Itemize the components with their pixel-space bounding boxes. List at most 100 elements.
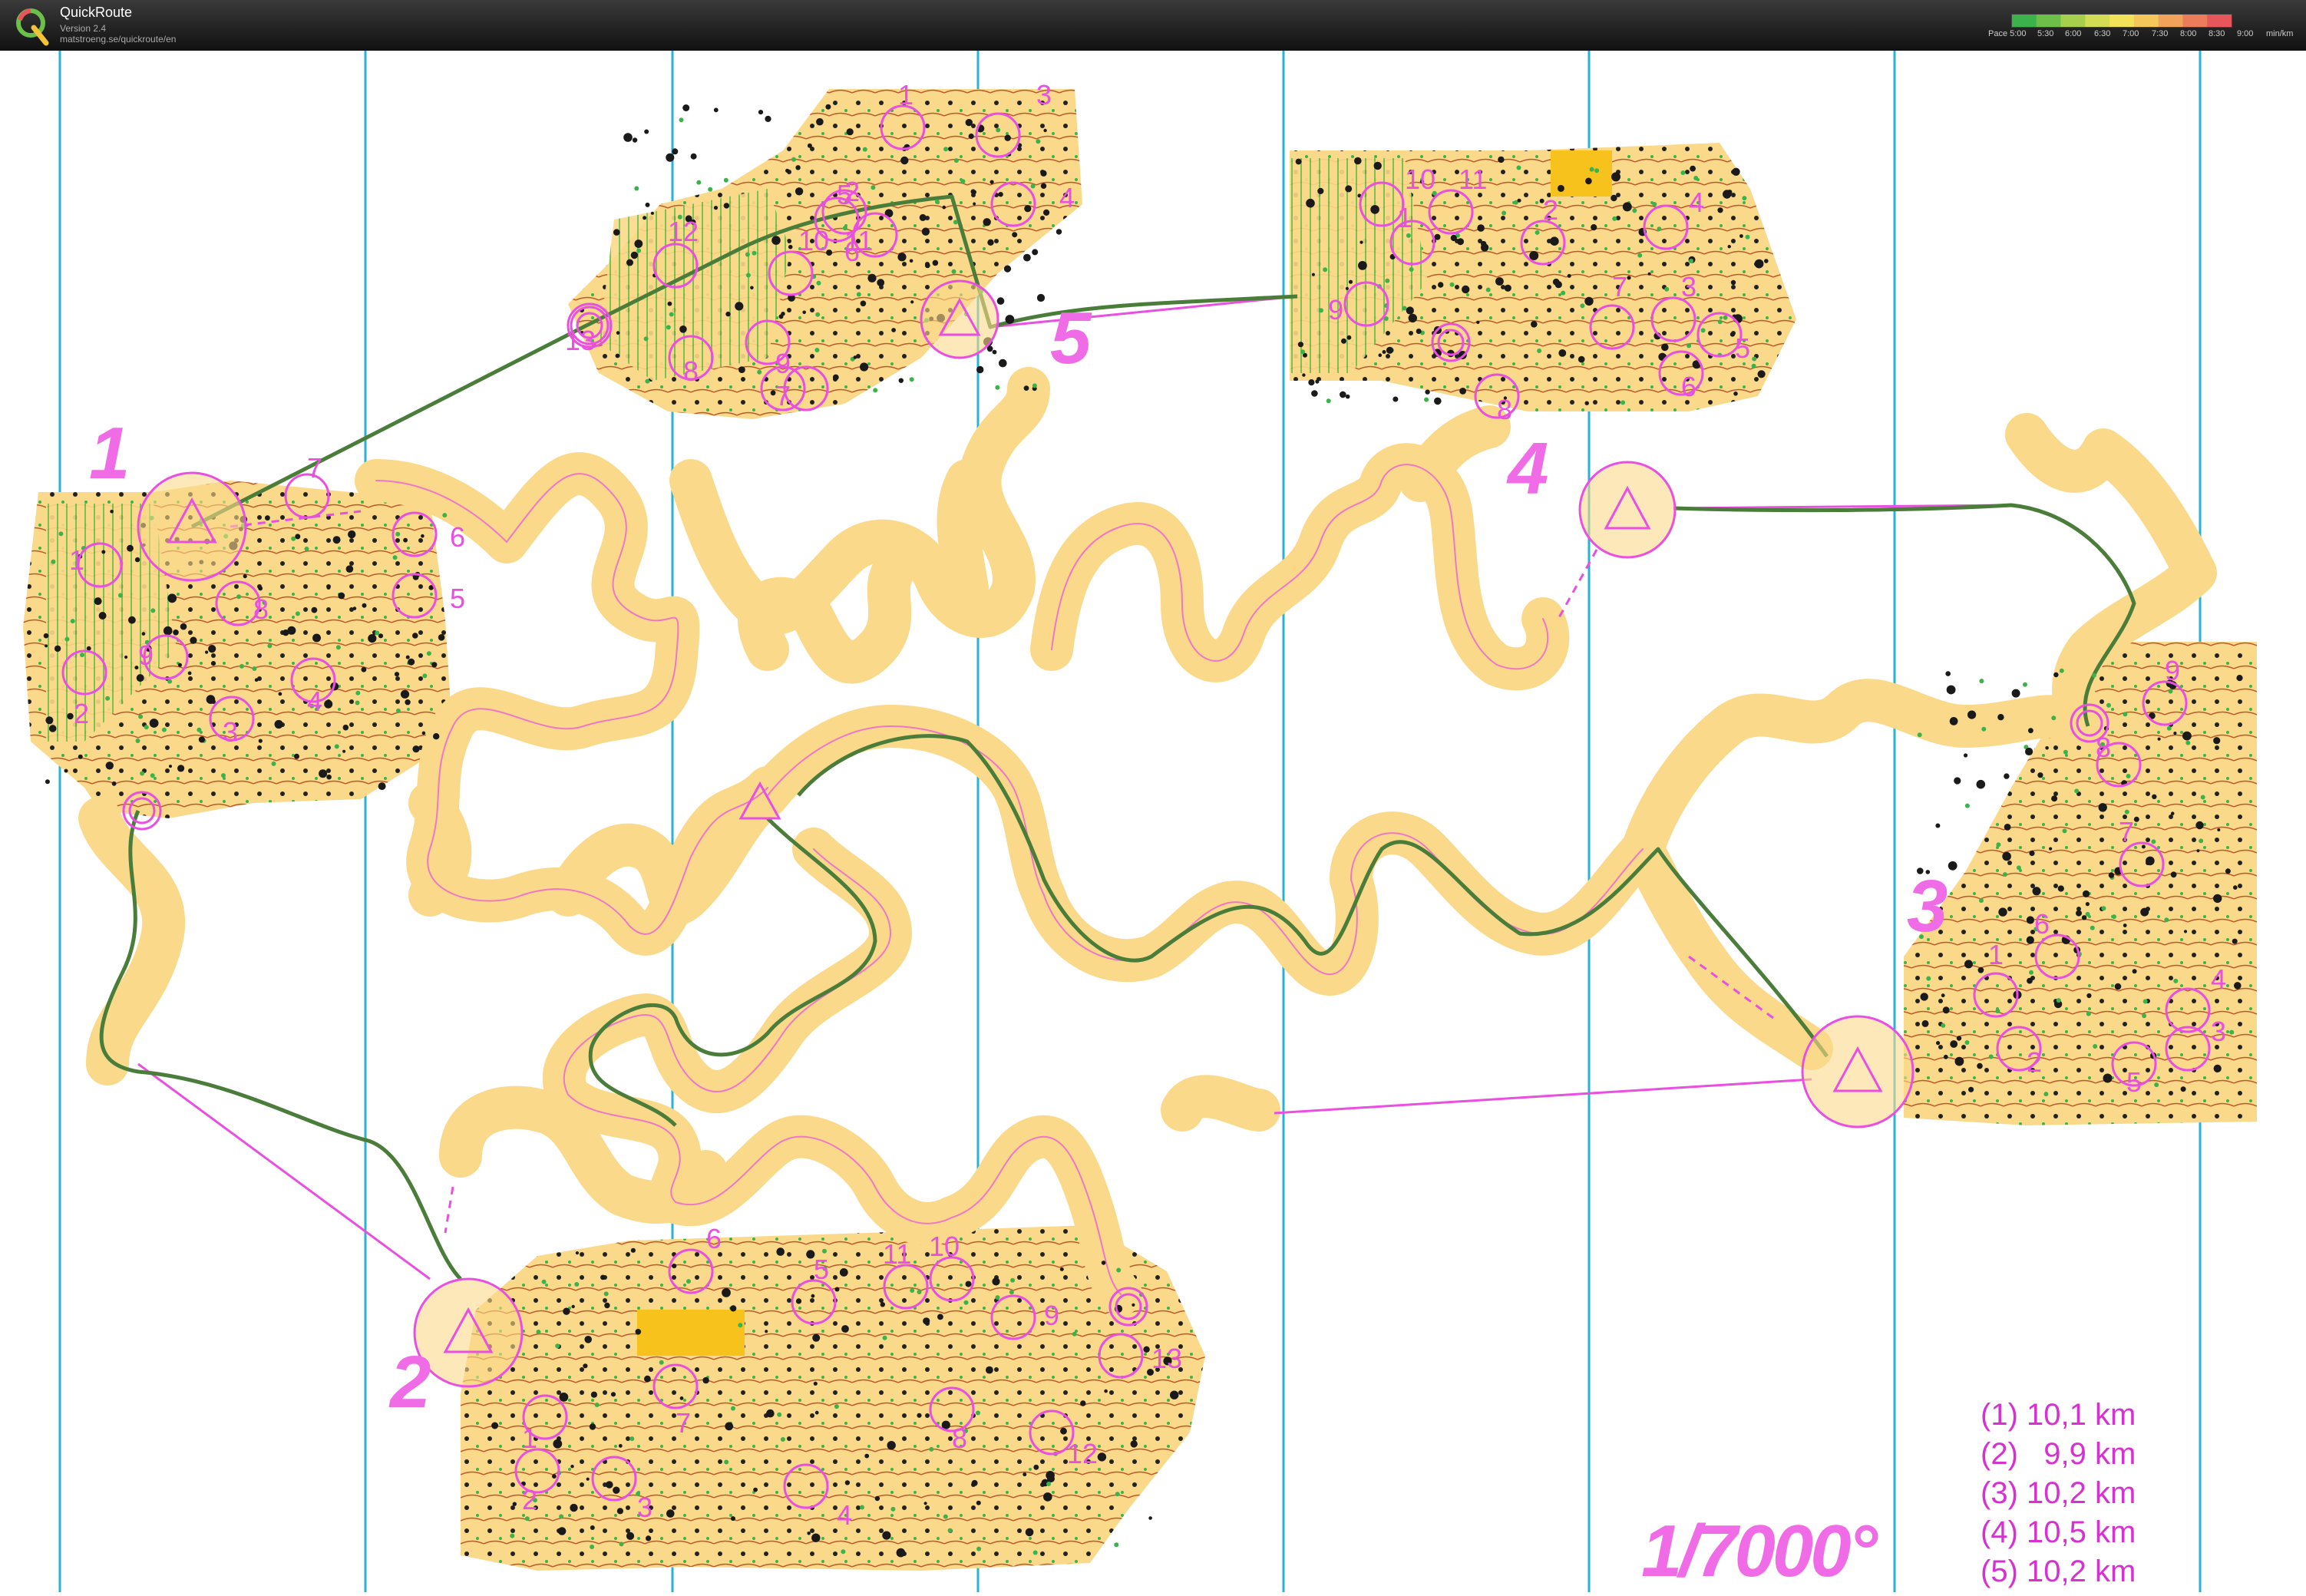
boulder-dot bbox=[2057, 885, 2064, 892]
vegetation-dot bbox=[1594, 168, 1600, 173]
vegetation-dot bbox=[752, 250, 757, 256]
boulder-dot bbox=[1477, 224, 1485, 232]
boulder-dot bbox=[412, 745, 420, 753]
boulder-dot bbox=[571, 1304, 575, 1309]
course-distance-list: (1) 10,1 km (2) 9,9 km (3) 10,2 km (4) 1… bbox=[1981, 1396, 2136, 1591]
boulder-dot bbox=[1023, 253, 1031, 262]
boulder-dot bbox=[839, 1268, 848, 1277]
boulder-dot bbox=[1359, 240, 1363, 244]
boulder-dot bbox=[512, 1502, 517, 1506]
vegetation-dot bbox=[2142, 1013, 2147, 1019]
vegetation-dot bbox=[1657, 226, 1662, 232]
vegetation-dot bbox=[841, 1549, 846, 1555]
boulder-dot bbox=[1406, 306, 1414, 315]
vegetation-dot bbox=[2124, 809, 2129, 815]
vegetation-dot bbox=[1010, 1277, 1016, 1283]
pace-label-5-00: Pace 5:00 bbox=[1988, 29, 2027, 38]
boulder-dot bbox=[860, 300, 867, 307]
boulder-dot bbox=[730, 1305, 737, 1312]
boulder-dot bbox=[771, 236, 781, 245]
vegetation-dot bbox=[2173, 978, 2179, 983]
boulder-dot bbox=[421, 534, 425, 538]
vegetation-dot bbox=[2106, 702, 2111, 708]
pace-scale: Pace 5:00 5:30 6:00 6:30 7:00 7:30 8:00 … bbox=[1988, 14, 2303, 45]
vegetation-dot bbox=[1115, 1492, 1120, 1497]
vegetation-dot bbox=[1620, 400, 1626, 405]
boulder-dot bbox=[887, 1441, 896, 1450]
boulder-dot bbox=[345, 565, 354, 573]
boulder-dot bbox=[1346, 335, 1352, 340]
control-number: 1 bbox=[898, 79, 913, 111]
boulder-dot bbox=[615, 353, 620, 359]
vegetation-dot bbox=[1036, 139, 1041, 144]
vegetation-dot bbox=[2059, 668, 2064, 673]
control-number: 13 bbox=[1151, 1343, 1182, 1374]
vegetation-dot bbox=[995, 385, 1000, 390]
vegetation-dot bbox=[2168, 689, 2173, 694]
boulder-dot bbox=[1345, 185, 1353, 193]
boulder-dot bbox=[2232, 938, 2238, 944]
distance-course-4: (4) 10,5 km bbox=[1981, 1515, 2136, 1549]
vegetation-dot bbox=[1981, 726, 1987, 732]
boulder-dot bbox=[853, 355, 857, 359]
control-number: 10 bbox=[929, 1231, 960, 1262]
course-label-4: 4 bbox=[1508, 428, 1549, 510]
boulder-dot bbox=[287, 626, 296, 635]
boulder-dot bbox=[2026, 916, 2034, 924]
vegetation-dot bbox=[816, 280, 821, 286]
control-number: 7 bbox=[676, 1407, 691, 1439]
boulder-dot bbox=[1480, 243, 1489, 252]
boulder-dot bbox=[553, 1439, 563, 1449]
boulder-dot bbox=[1036, 293, 1046, 302]
boulder-dot bbox=[491, 1422, 499, 1429]
boulder-dot bbox=[1132, 1303, 1135, 1307]
control-number: 7 bbox=[307, 452, 322, 484]
boulder-dot bbox=[312, 633, 321, 643]
boulder-dot bbox=[604, 1302, 610, 1309]
boulder-dot bbox=[1585, 177, 1592, 185]
vegetation-dot bbox=[2090, 925, 2095, 930]
boulder-dot bbox=[1622, 202, 1632, 212]
boulder-dot bbox=[1005, 315, 1015, 324]
boulder-dot bbox=[909, 259, 913, 263]
boulder-dot bbox=[1345, 394, 1350, 399]
boulder-dot bbox=[338, 592, 345, 600]
boulder-dot bbox=[1425, 389, 1430, 395]
boulder-dot bbox=[1354, 157, 1362, 165]
boulder-dot bbox=[917, 1413, 922, 1418]
boulder-dot bbox=[2123, 924, 2127, 927]
boulder-dot bbox=[1921, 1019, 1929, 1027]
boulder-dot bbox=[111, 781, 117, 786]
boulder-dot bbox=[650, 211, 655, 215]
pace-label-7-00: 7:00 bbox=[2123, 29, 2139, 38]
boulder-dot bbox=[2082, 890, 2090, 897]
vegetation-dot bbox=[1917, 732, 1922, 738]
boulder-dot bbox=[992, 1277, 1000, 1286]
orienteering-map[interactable]: 1 2 3 4 5 6 7 8 9 1 2 3 4 5 6 7 8 9 10 11 12 13 1 2 3 4 5 6 7 8 9 1 2 3 4 5… bbox=[0, 51, 2306, 1592]
boulder-dot bbox=[921, 227, 930, 236]
vegetation-dot bbox=[2085, 911, 2090, 917]
map-canvas[interactable]: 12345678912 3 4567 89101112131234567891 2345… bbox=[0, 51, 2306, 1592]
vegetation-dot bbox=[1326, 398, 1331, 404]
boulder-dot bbox=[2004, 824, 2011, 831]
control-number: 7 bbox=[775, 380, 791, 411]
boulder-dot bbox=[575, 1251, 580, 1255]
control-number: 9 bbox=[2165, 655, 2180, 686]
vegetation-dot bbox=[574, 1282, 580, 1287]
boulder-dot bbox=[807, 1532, 811, 1535]
boulder-dot bbox=[986, 1366, 993, 1374]
vegetation-dot bbox=[442, 513, 448, 518]
vegetation-dot bbox=[976, 1546, 982, 1551]
boulder-dot bbox=[882, 1531, 891, 1540]
vegetation-dot bbox=[909, 377, 914, 382]
boulder-dot bbox=[713, 107, 719, 113]
boulder-dot bbox=[910, 300, 914, 304]
vegetation-dot bbox=[267, 643, 273, 649]
boulder-dot bbox=[2132, 969, 2137, 974]
boulder-dot bbox=[78, 754, 83, 759]
boulder-dot bbox=[672, 1264, 677, 1269]
vegetation-dot bbox=[1409, 267, 1414, 272]
boulder-dot bbox=[438, 634, 445, 641]
vegetation-dot bbox=[636, 248, 642, 253]
vegetation-dot bbox=[757, 369, 762, 375]
